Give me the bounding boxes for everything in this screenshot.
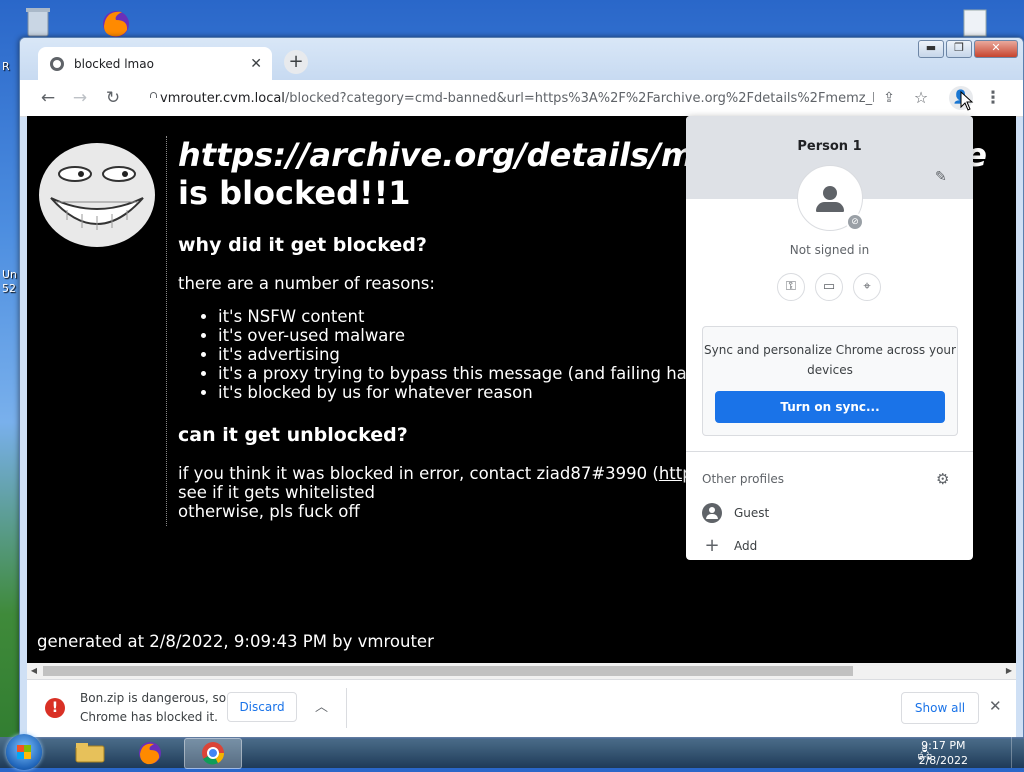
divider [346,688,347,728]
show-desktop-button[interactable] [1011,737,1024,768]
sync-paused-icon: ⊘ [846,213,864,231]
profile-menu: Person 1 ✎ ⊘ Not signed in ⚿ ▭ ⌖ Sync an… [686,116,973,560]
new-tab-button[interactable]: + [284,50,308,74]
tab-title: blocked lmao [74,56,154,71]
url-path: /blocked?category=cmd-banned&url=https%3… [284,90,874,106]
menu-kebab-icon[interactable]: ⋮ [981,86,1005,110]
sync-promo: Sync and personalize Chrome across your … [702,326,958,436]
trollface-image [37,140,157,254]
browser-tab[interactable]: blocked lmao ✕ [38,47,272,80]
close-window-button[interactable]: ✕ [974,40,1018,58]
download-bar: ! Bon.zip is dangerous, so Chrome has bl… [27,679,1016,738]
show-all-button[interactable]: Show all [901,692,979,724]
scroll-left-icon[interactable]: ◀ [27,663,41,679]
forward-button[interactable]: → [68,86,92,110]
minimize-button[interactable]: ▬ [918,40,944,58]
browser-toolbar: ← → ↻ vmrouter.cvm.local/blocked?categor… [20,80,1023,117]
blocked-suffix: is blocked!!1 [178,174,411,212]
warning-icon: ! [45,698,65,718]
start-button[interactable] [6,734,42,770]
add-profile-item[interactable]: + Add [702,535,757,556]
desktop-file-icon[interactable] [956,8,992,38]
windows-logo-icon [17,745,31,759]
download-warning-text: Bon.zip is dangerous, so Chrome has bloc… [80,691,227,724]
avatar: ⊘ [797,165,864,231]
title-bar: blocked lmao ✕ + ▬ ❐ ✕ [20,38,1023,80]
scroll-right-icon[interactable]: ▶ [1002,663,1016,679]
clock-time: 9:17 PM [921,739,966,752]
globe-icon [50,56,64,71]
address-bar[interactable]: vmrouter.cvm.local/blocked?category=cmd-… [138,84,874,112]
clock-date: 2/8/2022 [918,754,968,767]
share-icon[interactable]: ⇪ [877,86,901,110]
url-host: vmrouter.cvm.local [160,90,285,106]
add-label: Add [734,538,758,553]
chevron-up-icon[interactable]: ︿ [315,696,328,715]
desktop-label-2: Un [2,268,18,281]
discard-button[interactable]: Discard [227,692,297,722]
close-download-bar-icon[interactable]: ✕ [989,697,1002,715]
guest-profile-item[interactable]: Guest [702,503,769,523]
reload-button[interactable]: ↻ [101,86,125,110]
sync-promo-text: Sync and personalize Chrome across your … [704,343,956,377]
credit-card-icon[interactable]: ▭ [815,273,843,301]
taskbar: 🖧 9:17 PM 2/8/2022 [0,734,1024,770]
guest-avatar-icon [702,503,722,523]
turn-on-sync-button[interactable]: Turn on sync... [715,391,945,423]
profile-name: Person 1 [797,139,862,154]
maximize-button[interactable]: ❐ [946,40,972,58]
chrome-taskbar-button[interactable] [184,738,242,769]
key-icon[interactable]: ⚿ [777,273,805,301]
firefox-taskbar-button[interactable] [122,738,178,767]
horizontal-scrollbar[interactable]: ◀ ▶ [27,663,1016,679]
gear-icon[interactable]: ⚙ [936,470,949,488]
other-profiles-label: Other profiles [702,472,785,486]
pencil-icon[interactable]: ✎ [935,169,947,185]
scrollbar-thumb[interactable] [43,666,853,676]
desktop-label-3: 52 [2,282,16,295]
bookmark-star-icon[interactable]: ☆ [909,86,933,110]
contact-text: if you think it was blocked in error, co… [178,464,659,483]
plus-icon: + [704,535,720,556]
location-pin-icon[interactable]: ⌖ [853,273,881,301]
generated-footer: generated at 2/8/2022, 9:09:43 PM by vmr… [37,632,434,651]
system-clock[interactable]: 9:17 PM 2/8/2022 [919,738,968,768]
desktop-label-1: R [2,60,10,73]
recycle-bin-icon[interactable] [20,6,56,38]
guest-label: Guest [734,506,770,520]
back-button[interactable]: ← [36,86,60,110]
divider [686,451,973,452]
firefox-desktop-icon[interactable] [96,6,136,38]
explorer-taskbar-button[interactable] [62,738,118,767]
sign-in-status: Not signed in [789,243,870,257]
mouse-cursor [960,90,974,115]
close-tab-icon[interactable]: ✕ [250,56,262,72]
